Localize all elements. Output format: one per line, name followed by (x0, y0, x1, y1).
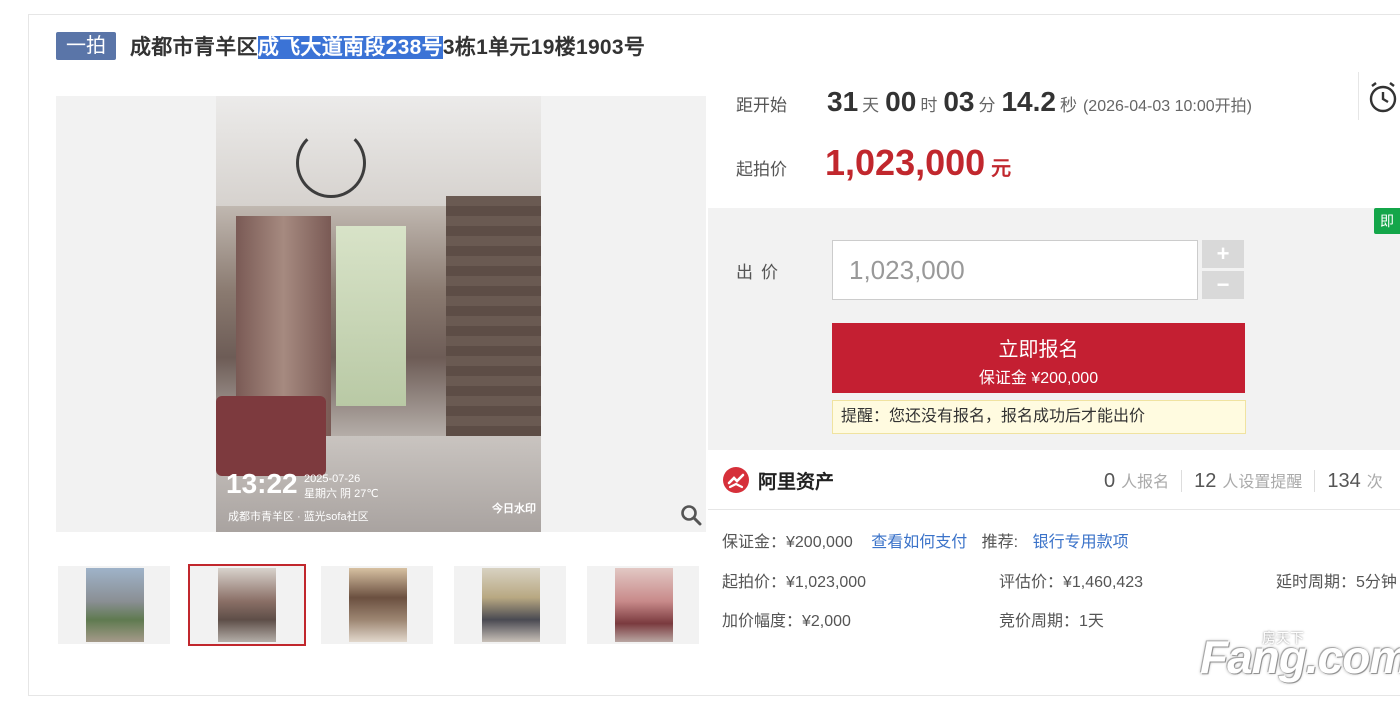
start-price-value: 1,023,000 (825, 142, 986, 183)
reminder-count-label: 人设置提醒 (1222, 474, 1303, 491)
photo-location: 成都市青羊区 · 蓝光sofa社区 (228, 511, 369, 523)
property-title: 成都市青羊区成飞大道南段238号3栋1单元19楼1903号 (130, 31, 645, 61)
deposit-info: 保证金：¥200,000 查看如何支付 推荐: 银行专用款项 (722, 528, 1129, 552)
title-unit: 3栋1单元19楼1903号 (442, 36, 646, 59)
photo-date: 2025-07-26 星期六 阴 27℃ (304, 472, 379, 502)
chandelier-graphic (296, 128, 366, 198)
thumbnail-4[interactable] (454, 566, 566, 644)
countdown-label: 距开始 (736, 96, 787, 115)
fang-watermark-sub: 房天下 (1262, 630, 1304, 646)
reminder-count: 12 (1194, 470, 1217, 492)
registration-notice: 提醒：您还没有报名，报名成功后才能出价 (832, 400, 1246, 434)
section-divider (708, 509, 1400, 510)
how-to-pay-link[interactable]: 查看如何支付 (871, 534, 967, 551)
countdown-days: 31 (827, 86, 859, 117)
stat-divider (1314, 469, 1316, 492)
photo-date-text: 2025-07-26 (304, 473, 361, 485)
thumbnail-3[interactable] (321, 566, 433, 644)
brand: 阿里资产 (722, 466, 834, 494)
increase-bid-button[interactable]: + (1202, 240, 1244, 268)
deposit-text: 保证金：¥200,000 (722, 534, 853, 551)
signup-count: 0 (1104, 470, 1116, 492)
countdown-seconds: 14.2 (1001, 86, 1056, 117)
countdown-days-unit: 天 (862, 96, 880, 115)
stat-divider (1181, 469, 1183, 492)
bidding-cycle-info: 竞价周期：1天 (999, 613, 1104, 630)
countdown-hours: 00 (885, 86, 917, 117)
alarm-clock-icon[interactable] (1366, 80, 1400, 114)
thumbnail-1[interactable] (58, 566, 170, 644)
increment-info: 加价幅度：¥2,000 (722, 613, 851, 630)
register-now-button[interactable]: 立即报名 保证金 ¥200,000 (832, 323, 1245, 393)
countdown-hours-unit: 时 (920, 96, 938, 115)
register-button-label: 立即报名 (998, 339, 1079, 361)
bank-account-link[interactable]: 银行专用款项 (1033, 534, 1129, 551)
title-row: 一拍 成都市青羊区成飞大道南段238号3栋1单元19楼1903号 (56, 30, 645, 62)
main-image-viewer[interactable]: 13:22 2025-07-26 星期六 阴 27℃ 成都市青羊区 · 蓝光so… (56, 96, 706, 532)
thumbnail-strip (58, 564, 720, 646)
signup-count-label: 人报名 (1121, 474, 1170, 491)
recommend-label: 推荐: (981, 534, 1019, 551)
instant-badge[interactable]: 即 (1374, 208, 1400, 234)
property-photo[interactable]: 13:22 2025-07-26 星期六 阴 27℃ 成都市青羊区 · 蓝光so… (216, 96, 541, 532)
ali-assets-logo-icon (723, 467, 749, 493)
title-highlighted-address: 成飞大道南段238号 (257, 36, 443, 59)
appraisal-info: 评估价：¥1,460,423 (999, 574, 1144, 591)
clock-divider (1358, 72, 1359, 120)
countdown-row: 距开始 31 天 00 时 03 分 14.2 秒 (2026-04-03 10… (736, 86, 1252, 118)
start-price-info: 起拍价：¥1,023,000 (722, 574, 867, 591)
countdown-seconds-unit: 秒 (1059, 96, 1077, 115)
view-count-label: 次 (1366, 474, 1383, 491)
view-count: 134 (1327, 470, 1361, 492)
photo-timestamp: 13:22 (226, 468, 298, 499)
thumbnail-5[interactable] (587, 566, 699, 644)
photo-weather-text: 星期六 阴 27℃ (304, 488, 379, 500)
zoom-icon[interactable] (680, 504, 702, 526)
photo-watermark: 今日水印 (492, 503, 536, 515)
register-deposit-label: 保证金 ¥200,000 (978, 370, 1099, 387)
thumbnail-2-active[interactable] (188, 564, 306, 646)
auction-stats: 0 人报名 12 人设置提醒 134 次 (1104, 468, 1383, 493)
bid-amount-input[interactable] (832, 240, 1198, 300)
start-price-row: 起拍价 1,023,000 元 (736, 142, 1011, 184)
auction-start-time: (2026-04-03 10:00开拍) (1082, 98, 1252, 115)
countdown-minutes-unit: 分 (978, 96, 996, 115)
brand-name: 阿里资产 (758, 471, 835, 493)
start-price-unit: 元 (991, 158, 1012, 180)
bid-label: 出价 (736, 263, 786, 282)
delay-period-info: 延时周期：5分钟 (1276, 574, 1397, 591)
decrease-bid-button[interactable]: − (1202, 271, 1244, 299)
start-price-label: 起拍价 (736, 160, 787, 179)
countdown-minutes: 03 (943, 86, 975, 117)
auction-round-tag: 一拍 (56, 32, 116, 60)
title-district: 成都市青羊区 (130, 36, 258, 59)
